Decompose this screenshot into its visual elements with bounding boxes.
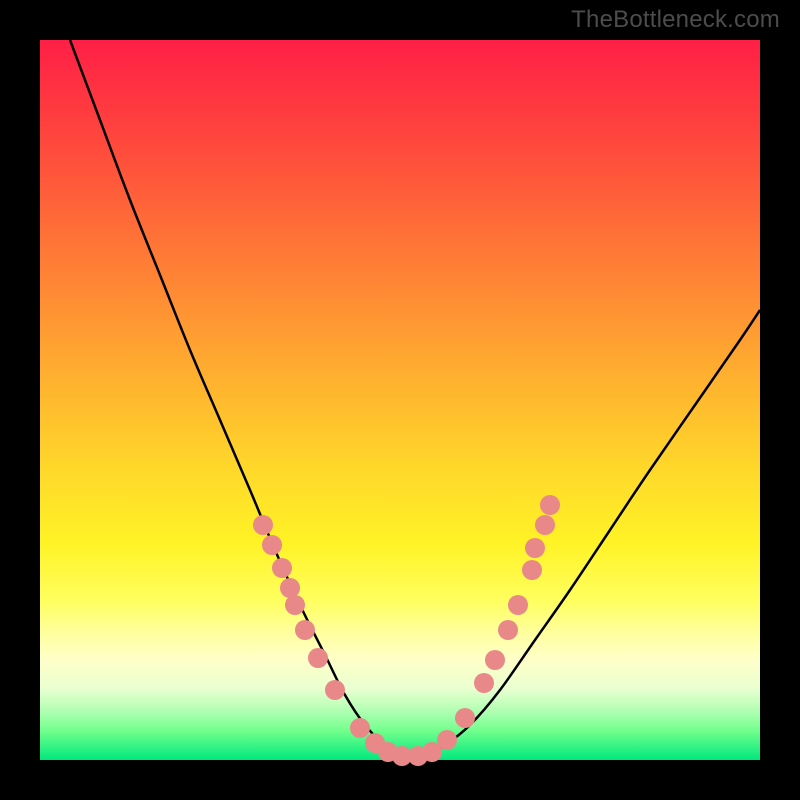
marker-dot	[350, 718, 370, 738]
marker-dot	[474, 673, 494, 693]
plot-area	[40, 40, 760, 760]
marker-dot	[280, 578, 300, 598]
marker-dot	[455, 708, 475, 728]
marker-dot	[498, 620, 518, 640]
attribution-label: TheBottleneck.com	[571, 6, 780, 34]
marker-dot	[485, 650, 505, 670]
chart-frame: TheBottleneck.com	[0, 0, 800, 800]
curve-layer	[40, 40, 760, 760]
bottleneck-curve	[70, 40, 760, 756]
marker-dots	[253, 495, 560, 766]
marker-dot	[522, 560, 542, 580]
marker-dot	[540, 495, 560, 515]
marker-dot	[535, 515, 555, 535]
marker-dot	[325, 680, 345, 700]
marker-dot	[285, 595, 305, 615]
marker-dot	[262, 535, 282, 555]
marker-dot	[508, 595, 528, 615]
marker-dot	[253, 515, 273, 535]
marker-dot	[525, 538, 545, 558]
marker-dot	[308, 648, 328, 668]
marker-dot	[295, 620, 315, 640]
marker-dot	[272, 558, 292, 578]
marker-dot	[437, 730, 457, 750]
